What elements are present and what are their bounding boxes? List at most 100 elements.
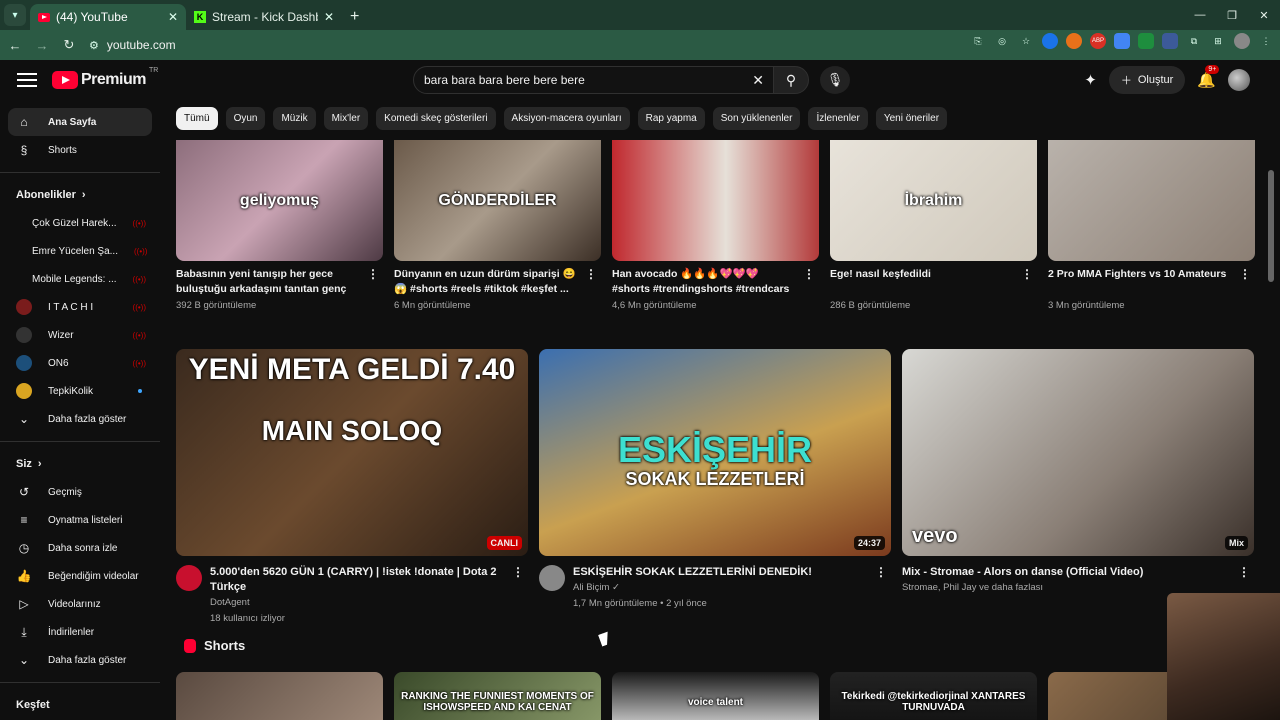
show-more-subscriptions[interactable]: ⌄ Daha fazla göster xyxy=(8,405,152,433)
more-options-icon[interactable]: ⋮ xyxy=(512,565,524,579)
sidebar-item-you[interactable]: ↺ Geçmiş xyxy=(8,478,152,506)
video-card[interactable]: ESKİŞEHİR SOKAK LEZZETLERİ 24:37 ESKİŞEHİR … xyxy=(539,349,891,627)
video-title[interactable]: ESKİŞEHİR SOKAK LEZZETLERİNİ DENEDİK! xyxy=(573,565,832,580)
close-icon[interactable]: ✕ xyxy=(168,10,178,24)
adblock-icon[interactable]: ABP xyxy=(1090,33,1106,49)
search-input[interactable]: bara bara bara bere bere bere ✕ xyxy=(413,66,775,94)
channel-name[interactable]: Stromae, Phil Jay ve daha fazlası xyxy=(902,580,1163,596)
filter-chip[interactable]: Rap yapma xyxy=(637,107,705,130)
filter-chip[interactable]: Oyun xyxy=(225,107,266,130)
more-options-icon[interactable]: ⋮ xyxy=(1021,267,1033,282)
sidebar-subscription[interactable]: ON6 ((•)) xyxy=(8,349,152,377)
sidebar-subscription[interactable]: Mobile Legends: ... ((•)) xyxy=(8,265,152,293)
more-options-icon[interactable]: ⋮ xyxy=(1238,565,1250,579)
video-title[interactable]: Mix - Stromae - Alors on danse (Official… xyxy=(902,565,1163,580)
short-card[interactable]: 2 Pro MMA Fighters vs 10 Amateurs ⋮ 3 Mn g… xyxy=(1048,140,1255,311)
sidebar-item-you[interactable]: ⤓ İndirilenler xyxy=(8,618,152,646)
more-options-icon[interactable]: ⋮ xyxy=(875,565,887,579)
short-thumbnail[interactable]: İbrahim xyxy=(830,140,1037,261)
short-card[interactable]: İbrahim Ege! nasıl keşfedildi ⋮ 286 B görün… xyxy=(830,140,1037,311)
channel-name[interactable]: DotAgent xyxy=(210,595,528,611)
hamburger-menu-icon[interactable] xyxy=(17,73,37,87)
more-options-icon[interactable]: ⋮ xyxy=(803,267,815,282)
filter-chip[interactable]: Aksiyon-macera oyunları xyxy=(503,107,630,130)
more-options-icon[interactable]: ⋮ xyxy=(367,267,379,282)
sidebar-item-you[interactable]: ▷ Videolarınız xyxy=(8,590,152,618)
filter-chip[interactable]: Yeni öneriler xyxy=(875,107,948,130)
maximize-button[interactable]: ❐ xyxy=(1216,0,1248,30)
scrollbar[interactable] xyxy=(1268,170,1274,282)
short-card[interactable]: Tekirkedi @tekirkediorjinal XANTARES TUR… xyxy=(830,672,1037,720)
forward-icon[interactable]: → xyxy=(30,38,54,53)
translate-icon[interactable] xyxy=(1114,33,1130,49)
extensions-puzzle-icon[interactable]: ⧉ xyxy=(1186,33,1202,49)
video-card[interactable]: vevo Mix Mix - Stromae - Alors on danse (O… xyxy=(902,349,1254,627)
video-thumbnail[interactable]: ESKİŞEHİR SOKAK LEZZETLERİ 24:37 xyxy=(539,349,891,556)
short-card[interactable]: GÖNDERDİLER Dünyanın en uzun dürüm sipari… xyxy=(394,140,601,311)
eye-off-icon[interactable]: ◎ xyxy=(994,33,1010,49)
sidebar-item-shorts[interactable]: § Shorts xyxy=(8,136,152,164)
short-card[interactable]: RANKING THE FUNNIEST MOMENTS OF ISHOWSPE… xyxy=(394,672,601,720)
sidebar-subscription[interactable]: Emre Yücelen Şa... ((•)) xyxy=(8,237,152,265)
tab-youtube[interactable]: (44) YouTube ✕ xyxy=(30,4,186,30)
sidebar-item-you[interactable]: 👍 Beğendiğim videolar xyxy=(8,562,152,590)
minimize-button[interactable]: — xyxy=(1184,0,1216,30)
extension-icon[interactable] xyxy=(1042,33,1058,49)
video-title[interactable]: 5.000'den 5620 GÜN 1 (CARRY) | !istek !d… xyxy=(210,565,528,595)
short-thumbnail[interactable]: geliyomuş xyxy=(176,140,383,261)
search-button[interactable]: ⚲ xyxy=(773,66,809,94)
more-options-icon[interactable]: ⋮ xyxy=(1239,267,1251,282)
short-thumbnail[interactable] xyxy=(176,672,383,720)
sidebar-item-home[interactable]: ⌂ Ana Sayfa xyxy=(8,108,152,136)
site-info-icon[interactable]: ⚙ xyxy=(89,39,99,52)
sidebar-subscription[interactable]: Çok Güzel Harek... ((•)) xyxy=(8,209,152,237)
short-title[interactable]: Han avocado 🔥🔥🔥💖💖💖 #shorts #trendingshor… xyxy=(612,267,819,297)
youtube-logo[interactable]: Premium TR xyxy=(52,67,158,89)
sidebar-item-you[interactable]: ◷ Daha sonra izle xyxy=(8,534,152,562)
filter-chip[interactable]: Müzik xyxy=(273,107,316,130)
extension-icon[interactable] xyxy=(1138,33,1154,49)
channel-name[interactable]: Ali Biçim ✓ xyxy=(573,580,832,596)
back-icon[interactable]: ← xyxy=(3,38,27,53)
short-thumbnail[interactable]: RANKING THE FUNNIEST MOMENTS OF ISHOWSPE… xyxy=(394,672,601,720)
reload-icon[interactable]: ↻ xyxy=(57,37,81,53)
channel-avatar[interactable] xyxy=(176,565,202,591)
filter-chip[interactable]: Tümü xyxy=(176,107,218,130)
account-avatar[interactable] xyxy=(1228,69,1250,91)
filter-chip[interactable]: Son yüklenenler xyxy=(712,107,801,130)
clear-search-icon[interactable]: ✕ xyxy=(752,72,764,89)
create-button[interactable]: ＋ Oluştur xyxy=(1108,66,1186,94)
filter-chip[interactable]: Komedi skeç gösterileri xyxy=(376,107,496,130)
short-card[interactable]: Han avocado 🔥🔥🔥💖💖💖 #shorts #trendingshor… xyxy=(612,140,819,311)
channel-avatar[interactable] xyxy=(539,565,565,591)
profile-icon[interactable] xyxy=(1234,33,1250,49)
sidebar-subscription[interactable]: I T A C H I ((•)) xyxy=(8,293,152,321)
bookmark-star-icon[interactable]: ☆ xyxy=(1018,33,1034,49)
short-thumbnail[interactable] xyxy=(1048,140,1255,261)
voice-search-button[interactable]: 🎙 xyxy=(820,66,850,94)
yt-extension-icon[interactable]: ✦ xyxy=(1084,71,1097,89)
extension-icon[interactable] xyxy=(1066,33,1082,49)
short-thumbnail[interactable] xyxy=(612,140,819,261)
video-card[interactable]: YENİ META GELDİ 7.40 MAIN SOLOQ CANLI 5.000… xyxy=(176,349,528,627)
short-thumbnail[interactable]: voice talent xyxy=(612,672,819,720)
tab-search-button[interactable]: ▾ xyxy=(4,4,26,26)
browser-menu-icon[interactable]: ⋮ xyxy=(1258,33,1274,49)
short-card[interactable]: geliyomuş Babasının yeni tanışıp her gece… xyxy=(176,140,383,311)
translate-page-icon[interactable]: ⊞ xyxy=(1210,33,1226,49)
window-close-button[interactable]: ✕ xyxy=(1248,0,1280,30)
close-icon[interactable]: ✕ xyxy=(324,10,334,24)
sidebar-subscription[interactable]: Wizer ((•)) xyxy=(8,321,152,349)
short-card[interactable]: voice talent xyxy=(612,672,819,720)
short-title[interactable]: Dünyanın en uzun dürüm siparişi 😄😱 #shor… xyxy=(394,267,601,297)
subscriptions-heading[interactable]: Abonelikler › xyxy=(8,181,152,209)
show-more-you[interactable]: ⌄ Daha fazla göster xyxy=(8,646,152,674)
sidebar-subscription[interactable]: TepkiKolik xyxy=(8,377,152,405)
video-thumbnail[interactable]: YENİ META GELDİ 7.40 MAIN SOLOQ CANLI xyxy=(176,349,528,556)
video-thumbnail[interactable]: vevo Mix xyxy=(902,349,1254,556)
filter-chip[interactable]: Mix'ler xyxy=(323,107,369,130)
short-thumbnail[interactable]: GÖNDERDİLER xyxy=(394,140,601,261)
short-thumbnail[interactable]: Tekirkedi @tekirkediorjinal XANTARES TUR… xyxy=(830,672,1037,720)
short-title[interactable]: Ege! nasıl keşfedildi ⋮ xyxy=(830,267,1037,297)
short-card[interactable] xyxy=(176,672,383,720)
